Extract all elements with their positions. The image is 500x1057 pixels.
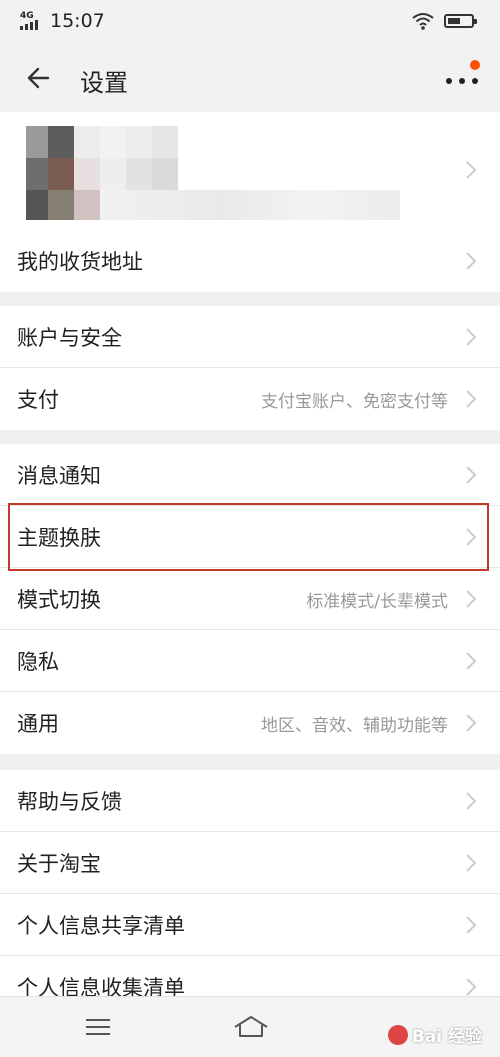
menu-item-help-feedback[interactable]: 帮助与反馈: [0, 770, 500, 832]
menu-item-label: 关于淘宝: [17, 852, 101, 876]
menu-item-privacy[interactable]: 隐私: [0, 630, 500, 692]
menu-item-label: 个人信息共享清单: [17, 914, 185, 938]
menu-item-about[interactable]: 关于淘宝: [0, 832, 500, 894]
highlight-box: [8, 503, 489, 571]
chevron-right-icon: [466, 652, 477, 670]
status-time: 15:07: [50, 10, 105, 32]
chevron-right-icon: [466, 590, 477, 608]
settings-group-general: 消息通知 主题换肤 模式切换 标准模式/长辈模式 隐私 通用 地区、音效、辅助功…: [0, 444, 500, 754]
status-bar: 4G 15:07: [0, 0, 500, 44]
menu-item-label: 支付: [17, 388, 59, 412]
menu-item-payment[interactable]: 支付 支付宝账户、免密支付等: [0, 368, 500, 430]
menu-item-label: 我的收货地址: [17, 250, 143, 274]
system-nav-bar: Bai 经验: [0, 996, 500, 1057]
menu-item-label: 通用: [17, 712, 59, 736]
menu-item-value: 支付宝账户、免密支付等: [261, 392, 448, 412]
home-icon[interactable]: [232, 1013, 270, 1039]
chevron-right-icon: [466, 390, 477, 408]
settings-group-address: 我的收货地址: [0, 230, 500, 292]
menu-item-info-sharing-list[interactable]: 个人信息共享清单: [0, 894, 500, 956]
menu-item-label: 账户与安全: [17, 326, 122, 350]
menu-item-label: 帮助与反馈: [17, 790, 122, 814]
chevron-right-icon: [466, 328, 477, 346]
chevron-right-icon: [466, 916, 477, 934]
profile-row[interactable]: [0, 112, 500, 230]
menu-item-address[interactable]: 我的收货地址: [0, 230, 500, 292]
menu-item-label: 模式切换: [17, 588, 101, 612]
chevron-right-icon: [466, 792, 477, 810]
chevron-right-icon: [466, 978, 477, 996]
notification-badge: [470, 60, 480, 70]
chevron-right-icon: [466, 466, 477, 484]
chevron-right-icon: [466, 714, 477, 732]
more-dots-icon[interactable]: [444, 60, 480, 96]
menu-item-value: 标准模式/长辈模式: [306, 592, 448, 612]
chevron-right-icon: [466, 161, 477, 179]
settings-group-account: 账户与安全 支付 支付宝账户、免密支付等: [0, 306, 500, 430]
watermark: Bai 经验: [387, 1022, 482, 1047]
menu-item-general[interactable]: 通用 地区、音效、辅助功能等: [0, 692, 500, 754]
menu-item-mode-switch[interactable]: 模式切换 标准模式/长辈模式: [0, 568, 500, 630]
menu-item-label: 消息通知: [17, 464, 101, 488]
menu-item-notifications[interactable]: 消息通知: [0, 444, 500, 506]
chevron-right-icon: [466, 854, 477, 872]
watermark-text: Bai 经验: [411, 1027, 482, 1047]
menu-item-label: 隐私: [17, 650, 59, 674]
menu-item-value: 地区、音效、辅助功能等: [261, 716, 448, 736]
menu-item-account-security[interactable]: 账户与安全: [0, 306, 500, 368]
nav-bar: 设置: [0, 44, 500, 112]
battery-icon: [444, 14, 477, 28]
baidu-paw-icon: [387, 1024, 408, 1045]
wifi-icon: [412, 13, 434, 30]
menu-icon[interactable]: [86, 1017, 110, 1037]
page-title: 设置: [80, 69, 128, 97]
avatar: [26, 126, 416, 220]
settings-group-help: 帮助与反馈 关于淘宝 个人信息共享清单 个人信息收集清单: [0, 770, 500, 1018]
chevron-right-icon: [466, 252, 477, 270]
arrow-left-icon[interactable]: [22, 60, 58, 96]
signal-icon: 4G: [20, 11, 44, 31]
